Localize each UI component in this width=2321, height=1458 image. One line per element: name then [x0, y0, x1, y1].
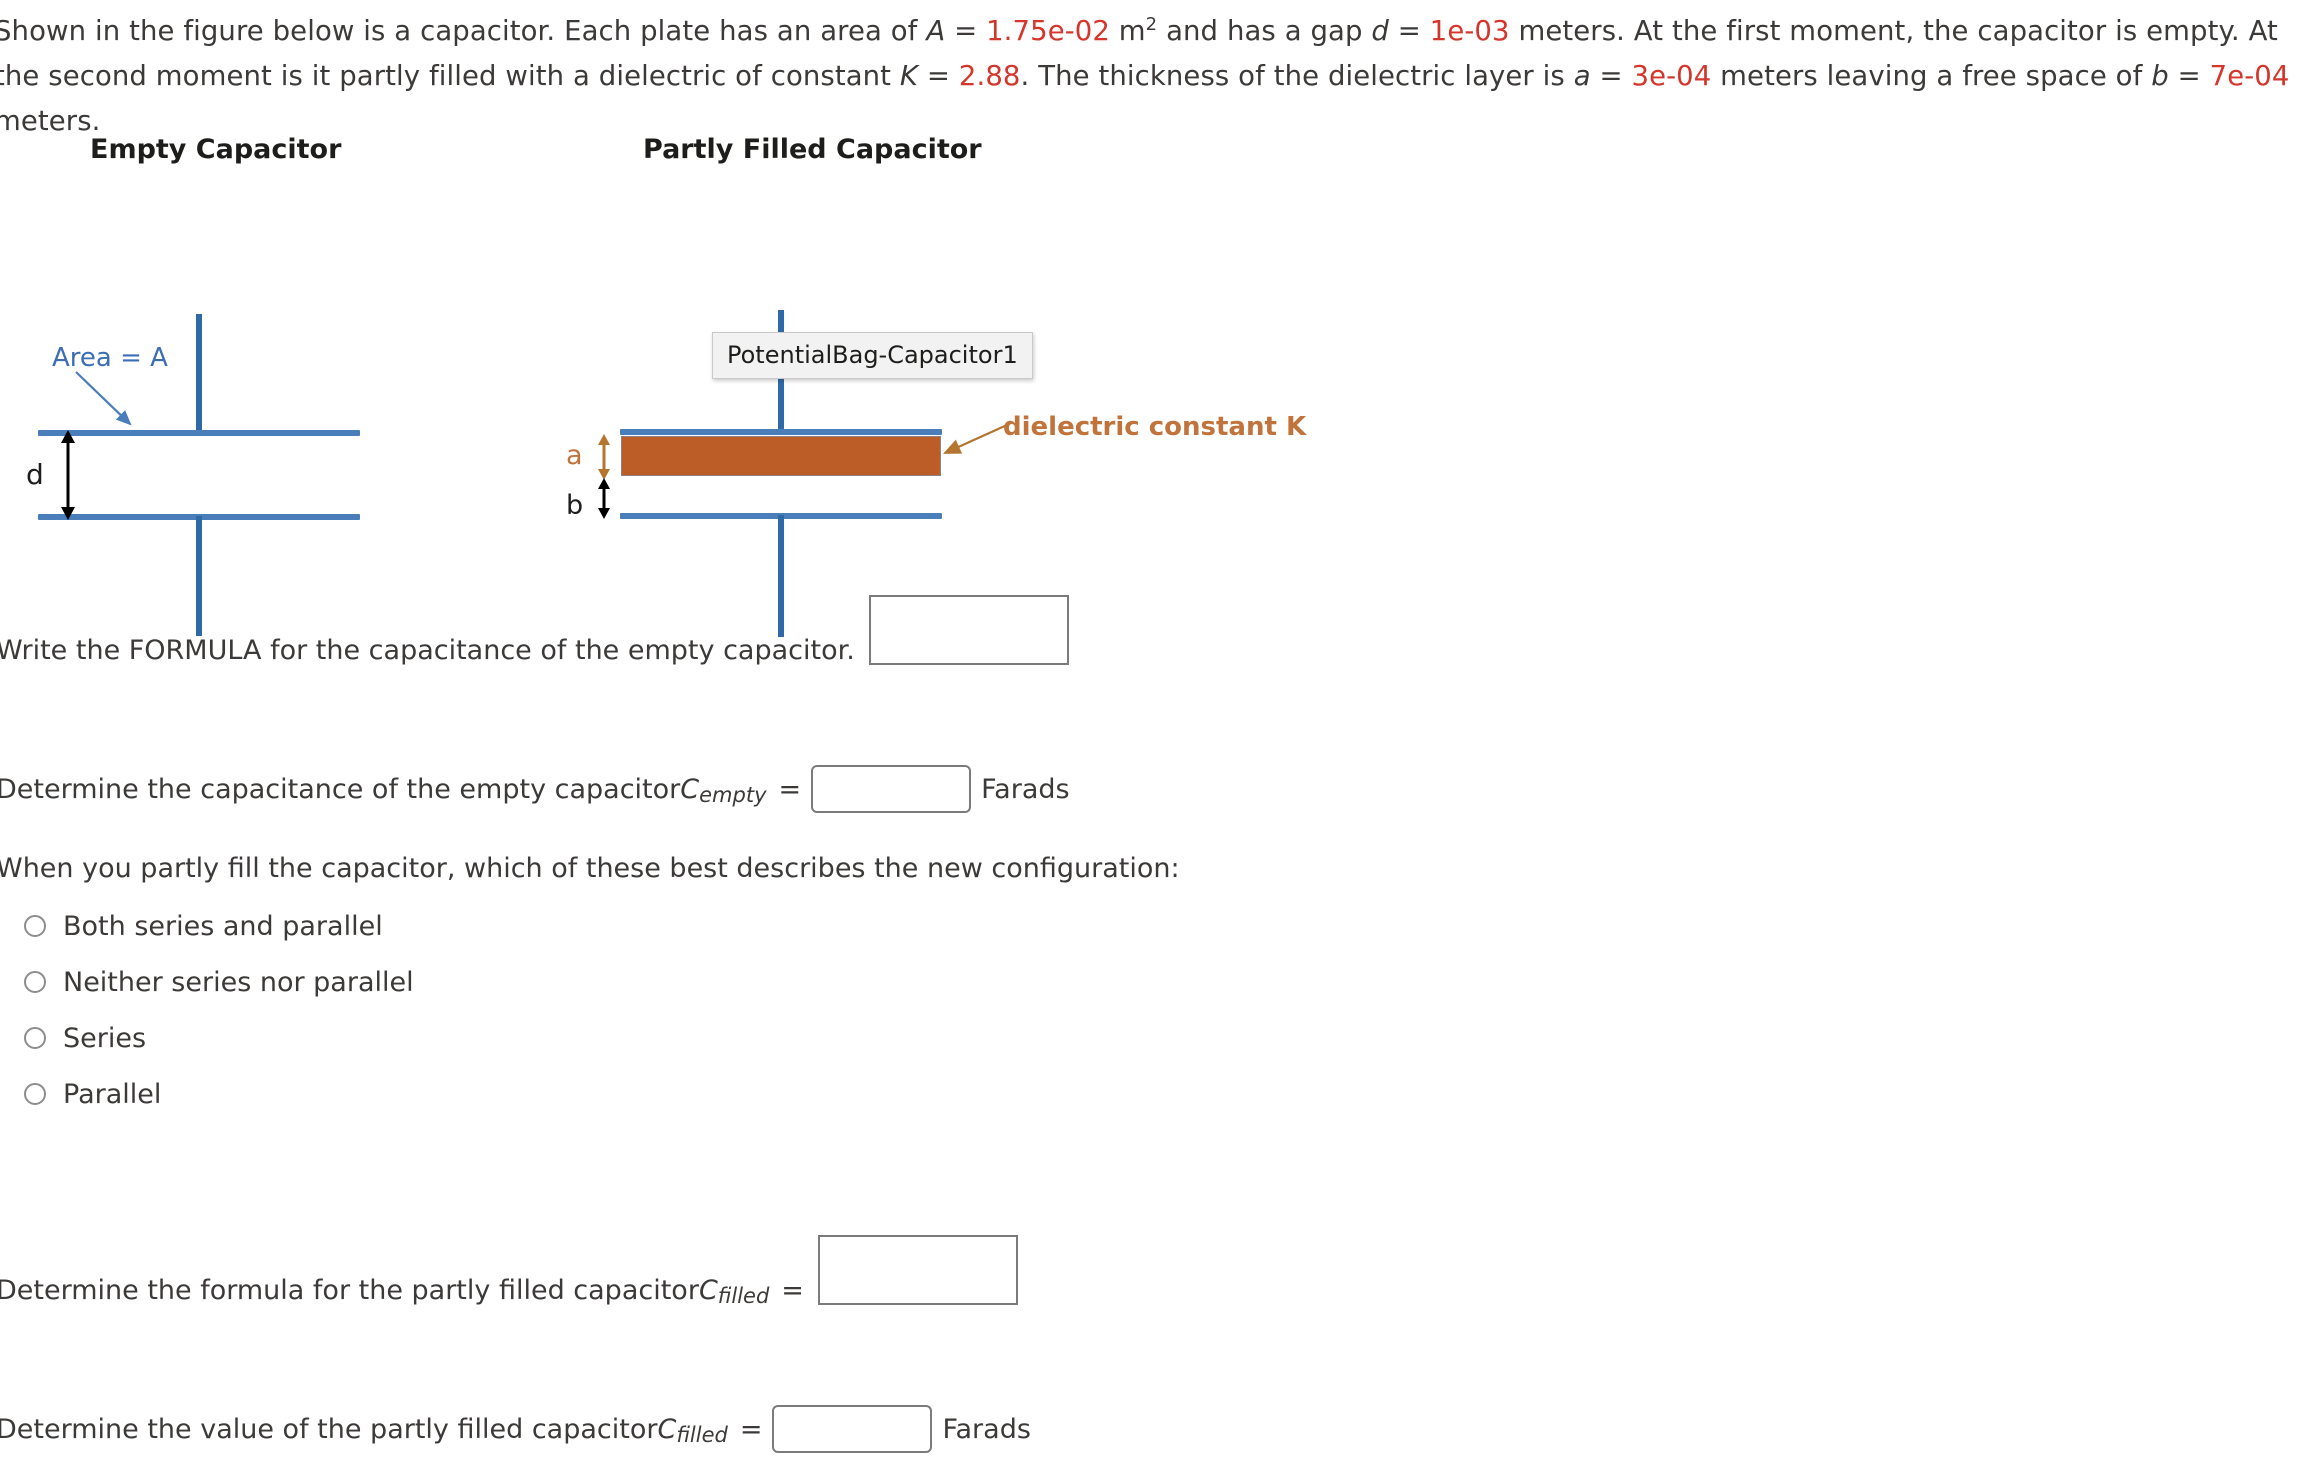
option-both-series-and-parallel[interactable]: Both series and parallel: [24, 898, 414, 954]
symbol-a: a: [1573, 60, 1591, 93]
area-value: 1.75e-02: [986, 15, 1110, 48]
radio-icon[interactable]: [24, 1027, 46, 1049]
unit-meters-squared: m: [1109, 15, 1146, 48]
formula-filled-input[interactable]: [817, 1235, 1018, 1305]
equals-1: =: [945, 15, 987, 48]
capacitor-tooltip: PotentialBag-Capacitor1: [712, 332, 1033, 379]
formula-empty-input[interactable]: [868, 595, 1069, 665]
equals-sign-q2: =: [778, 773, 802, 805]
b-dimension-arrow: [598, 478, 610, 519]
option-label: Both series and parallel: [63, 910, 383, 942]
a-dimension-label: a: [566, 440, 583, 471]
question-formula-filled: Determine the formula for the partly fil…: [0, 1235, 1018, 1325]
question-value-empty: Determine the capacitance of the empty c…: [0, 765, 1070, 813]
option-label: Parallel: [63, 1078, 162, 1110]
dielectric-layer: [621, 436, 941, 476]
intro-segment-4: . The thickness of the dielectric layer …: [1020, 60, 1574, 93]
symbol-b: b: [2151, 60, 2169, 93]
option-neither-series-nor-parallel[interactable]: Neither series nor parallel: [24, 954, 414, 1010]
capacitor-figure: Empty Capacitor Partly Filled Capacitor …: [0, 118, 1400, 637]
a-dimension-arrow: [598, 434, 610, 480]
dielectric-constant-annotation: dielectric constant K: [1003, 412, 1307, 442]
radio-icon[interactable]: [24, 1083, 46, 1105]
a-value: 3e-04: [1631, 60, 1712, 93]
question-2-text: Determine the capacitance of the empty c…: [0, 773, 681, 805]
c-filled-subscript-2: filled: [676, 1422, 728, 1447]
dielectric-constant-value: 2.88: [958, 60, 1021, 93]
option-label: Series: [63, 1022, 147, 1054]
c-empty-subscript: empty: [699, 782, 767, 807]
option-series[interactable]: Series: [24, 1010, 414, 1066]
equals-3: =: [918, 60, 959, 93]
question-1-text: Write the FORMULA for the capacitance of…: [0, 634, 855, 666]
equals-sign-q4: =: [781, 1274, 804, 1306]
symbol-gap: d: [1371, 15, 1389, 48]
c-filled-symbol: C: [698, 1274, 718, 1306]
superscript-2: 2: [1145, 14, 1158, 35]
gap-dimension-label: d: [26, 458, 44, 491]
question-formula-empty: Write the FORMULA for the capacitance of…: [0, 595, 1069, 685]
b-value: 7e-04: [2209, 60, 2290, 93]
intro-segment-5: meters leaving a free space of: [1711, 60, 2152, 93]
gap-dimension-arrow: [61, 430, 75, 520]
empty-capacitor-title: Empty Capacitor: [90, 134, 342, 165]
equals-4: =: [1590, 60, 1632, 93]
gap-value: 1e-03: [1429, 15, 1510, 48]
question-value-filled: Determine the value of the partly filled…: [0, 1405, 1031, 1453]
capacitance-filled-input[interactable]: [772, 1405, 933, 1453]
filled-capacitor-top-plate: [620, 429, 942, 435]
equals-2: =: [1388, 15, 1430, 48]
symbol-area: A: [926, 15, 946, 48]
question-configuration: When you partly fill the capacitor, whic…: [0, 855, 1180, 882]
symbol-dielectric-constant: K: [899, 60, 919, 93]
question-3-text: When you partly fill the capacitor, whic…: [0, 853, 1180, 884]
unit-farads-q5: Farads: [942, 1413, 1031, 1445]
c-empty-symbol: C: [680, 773, 700, 805]
option-label: Neither series nor parallel: [63, 966, 414, 998]
unit-farads-q2: Farads: [981, 773, 1070, 805]
b-dimension-label: b: [566, 490, 584, 521]
configuration-options-group: Both series and parallel Neither series …: [24, 898, 414, 1122]
c-filled-symbol-2: C: [657, 1413, 677, 1445]
dielectric-pointer-arrow: [942, 423, 1008, 455]
c-filled-subscript: filled: [717, 1283, 770, 1308]
question-5-text: Determine the value of the partly filled…: [0, 1413, 658, 1445]
radio-icon[interactable]: [24, 915, 46, 937]
equals-sign-q5: =: [739, 1413, 763, 1445]
intro-segment-2: and has a gap: [1157, 15, 1372, 48]
capacitance-empty-input[interactable]: [811, 765, 972, 813]
radio-icon[interactable]: [24, 971, 46, 993]
option-parallel[interactable]: Parallel: [24, 1066, 414, 1122]
area-pointer-arrow: [75, 371, 132, 426]
intro-segment-1: Shown in the figure below is a capacitor…: [0, 15, 927, 48]
question-4-text: Determine the formula for the partly fil…: [0, 1274, 699, 1306]
partly-filled-capacitor-title: Partly Filled Capacitor: [643, 134, 982, 165]
equals-5: =: [2168, 60, 2210, 93]
